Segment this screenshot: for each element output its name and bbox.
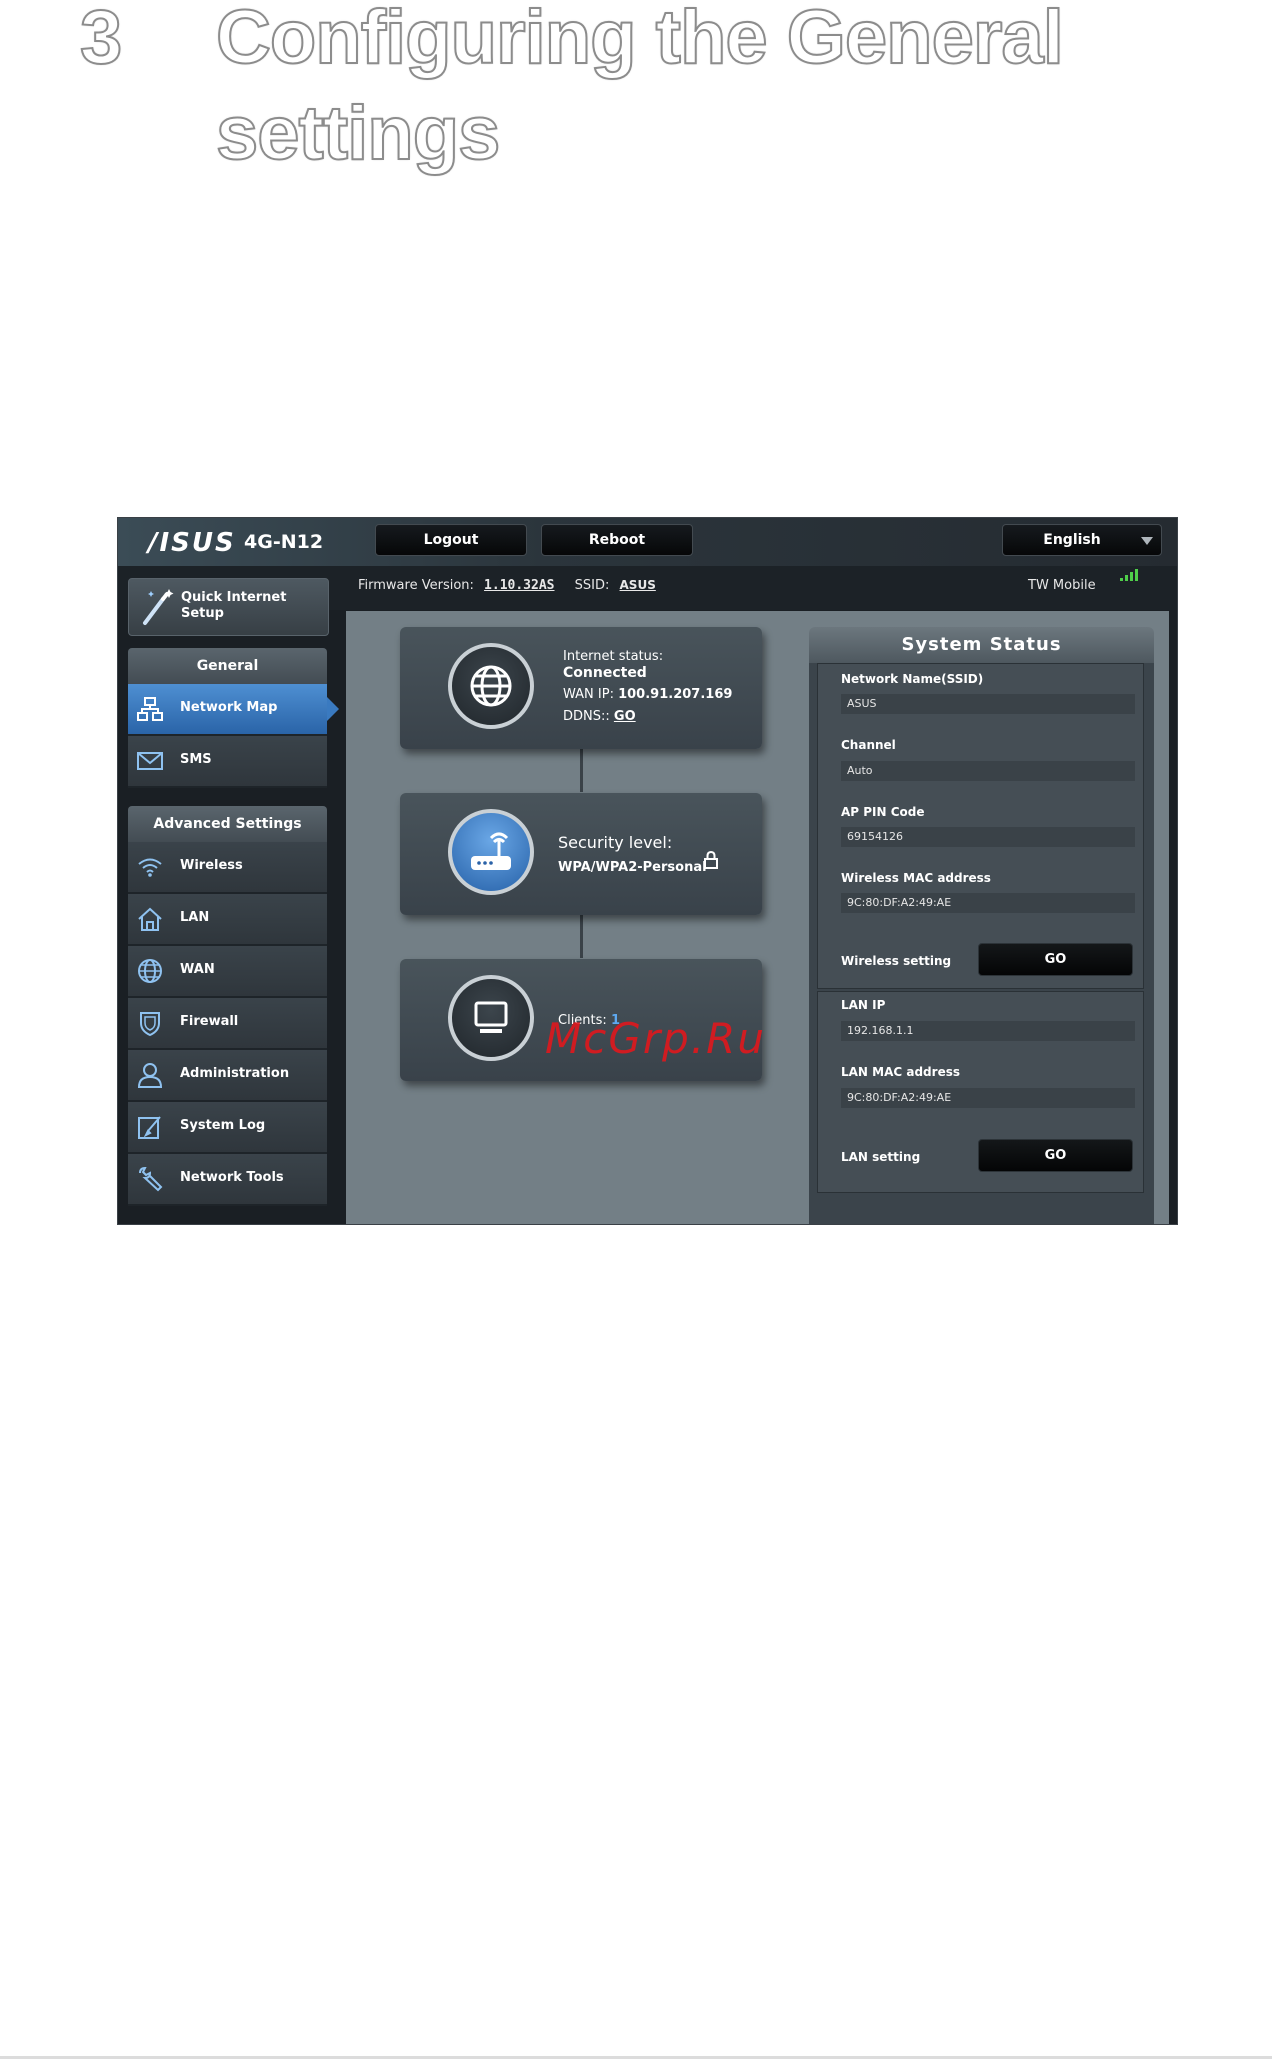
ddns-label: DDNS::	[563, 709, 610, 724]
chapter-title-line1: Configuring the General	[215, 0, 1065, 81]
ddns-go-link[interactable]: GO	[614, 709, 636, 724]
chapter-number: 3	[79, 0, 123, 81]
wireless-mac-value: 9C:80:DF:A2:49:AE	[841, 893, 1135, 913]
top-bar: /ISUS 4G-N12 Logout Reboot English	[118, 518, 1177, 566]
wireless-status-section: Network Name(SSID) ASUS Channel Auto AP …	[817, 663, 1144, 989]
router-icon	[448, 809, 534, 895]
sidebar-item-label: Firewall	[180, 1014, 239, 1029]
page-bottom-rule	[0, 2056, 1272, 2059]
monitor-icon	[448, 975, 534, 1061]
wan-ip-label: WAN IP:	[563, 687, 614, 702]
system-status-panel: System Status Network Name(SSID) ASUS Ch…	[809, 627, 1154, 1224]
map-connector	[580, 914, 583, 958]
security-level-label: Security level:	[558, 833, 673, 852]
user-icon	[137, 1063, 163, 1088]
language-value: English	[1043, 532, 1101, 548]
lan-status-section: LAN IP 192.168.1.1 LAN MAC address 9C:80…	[817, 991, 1144, 1193]
language-select[interactable]: English	[1002, 524, 1162, 556]
sidebar-item-label: SMS	[180, 752, 212, 767]
sidebar-item-administration[interactable]: Administration	[128, 1050, 327, 1102]
internet-globe-icon	[448, 643, 534, 729]
advanced-settings-header: Advanced Settings	[128, 806, 327, 842]
wireless-setting-go-button[interactable]: GO	[978, 943, 1133, 976]
wireless-setting-label: Wireless setting	[841, 954, 952, 968]
quick-internet-setup-label: Quick Internet Setup	[181, 590, 287, 621]
wrench-icon	[139, 1166, 163, 1192]
chapter-title-line2: settings	[215, 90, 501, 177]
sidebar-item-lan[interactable]: LAN	[128, 894, 327, 946]
sidebar-item-label: WAN	[180, 962, 215, 977]
sidebar-item-label: Administration	[180, 1066, 290, 1081]
sidebar-item-label: System Log	[180, 1118, 266, 1133]
lan-setting-go-button[interactable]: GO	[978, 1139, 1133, 1172]
lan-mac-label: LAN MAC address	[841, 1065, 960, 1079]
wireless-mac-label: Wireless MAC address	[841, 871, 991, 885]
lan-setting-label: LAN setting	[841, 1150, 921, 1164]
active-indicator	[327, 697, 339, 721]
firmware-label: Firmware Version:	[358, 578, 474, 593]
network-name-label: Network Name(SSID)	[841, 672, 984, 686]
magic-wand-icon	[143, 589, 174, 625]
ssid-link[interactable]: ASUS	[620, 578, 656, 592]
envelope-icon	[137, 752, 163, 770]
lock-icon	[704, 851, 718, 869]
wan-ip-value: 100.91.207.169	[618, 687, 733, 702]
network-name-value: ASUS	[841, 694, 1135, 714]
sidebar-item-network-tools[interactable]: Network Tools	[128, 1154, 327, 1206]
brand-logo: /ISUS	[148, 528, 236, 558]
internet-status-value: Connected	[563, 665, 647, 681]
sidebar-item-label: LAN	[180, 910, 210, 925]
ssid-label: SSID:	[574, 578, 610, 593]
model-name: 4G-N12	[244, 531, 324, 553]
carrier-name: TW Mobile	[1028, 578, 1096, 593]
network-map-panel: Internet status: Connected WAN IP: 100.9…	[346, 611, 1169, 1224]
sidebar-item-wan[interactable]: WAN	[128, 946, 327, 998]
watermark-text: McGrp.Ru	[545, 1014, 766, 1063]
lan-ip-value: 192.168.1.1	[841, 1021, 1135, 1041]
system-status-body: Network Name(SSID) ASUS Channel Auto AP …	[809, 663, 1154, 1224]
internet-status-card[interactable]: Internet status: Connected WAN IP: 100.9…	[400, 627, 762, 749]
wifi-icon	[138, 858, 162, 877]
internet-status-label: Internet status:	[563, 649, 664, 664]
sidebar-item-system-log[interactable]: System Log	[128, 1102, 327, 1154]
sidebar-item-label: Network Tools	[180, 1170, 284, 1185]
sidebar-item-network-map[interactable]: Network Map	[128, 684, 327, 736]
reboot-button[interactable]: Reboot	[541, 524, 693, 556]
map-connector	[580, 748, 583, 792]
chevron-down-icon	[1141, 537, 1153, 545]
quick-internet-setup-button[interactable]: Quick Internet Setup	[128, 578, 329, 636]
wan-ip-row: WAN IP: 100.91.207.169	[563, 687, 732, 702]
firmware-info: Firmware Version: 1.10.32AS SSID: ASUS	[358, 578, 656, 593]
lan-mac-value: 9C:80:DF:A2:49:AE	[841, 1088, 1135, 1108]
channel-value: Auto	[841, 761, 1135, 781]
sidebar-item-wireless[interactable]: Wireless	[128, 842, 327, 894]
sidebar-item-label: Network Map	[180, 700, 278, 715]
security-level-value: WPA/WPA2-Personal	[558, 860, 707, 875]
home-icon	[138, 907, 162, 931]
sidebar-item-sms[interactable]: SMS	[128, 736, 327, 788]
globe-icon	[138, 959, 162, 983]
ap-pin-value: 69154126	[841, 827, 1135, 847]
router-screenshot: /ISUS 4G-N12 Logout Reboot English Firmw…	[117, 517, 1178, 1225]
system-status-title: System Status	[809, 627, 1154, 663]
logout-button[interactable]: Logout	[375, 524, 527, 556]
general-section-header: General	[128, 648, 327, 684]
sidebar-item-label: Wireless	[180, 858, 243, 873]
ddns-row: DDNS:: GO	[563, 709, 636, 724]
shield-icon	[140, 1012, 160, 1037]
firmware-version-link[interactable]: 1.10.32AS	[484, 578, 554, 593]
log-icon	[138, 1116, 161, 1139]
sidebar-item-firewall[interactable]: Firewall	[128, 998, 327, 1050]
network-map-icon	[137, 697, 163, 721]
lan-ip-label: LAN IP	[841, 998, 886, 1012]
channel-label: Channel	[841, 738, 896, 752]
security-level-card[interactable]: Security level: WPA/WPA2-Personal	[400, 793, 762, 915]
ap-pin-label: AP PIN Code	[841, 805, 925, 819]
